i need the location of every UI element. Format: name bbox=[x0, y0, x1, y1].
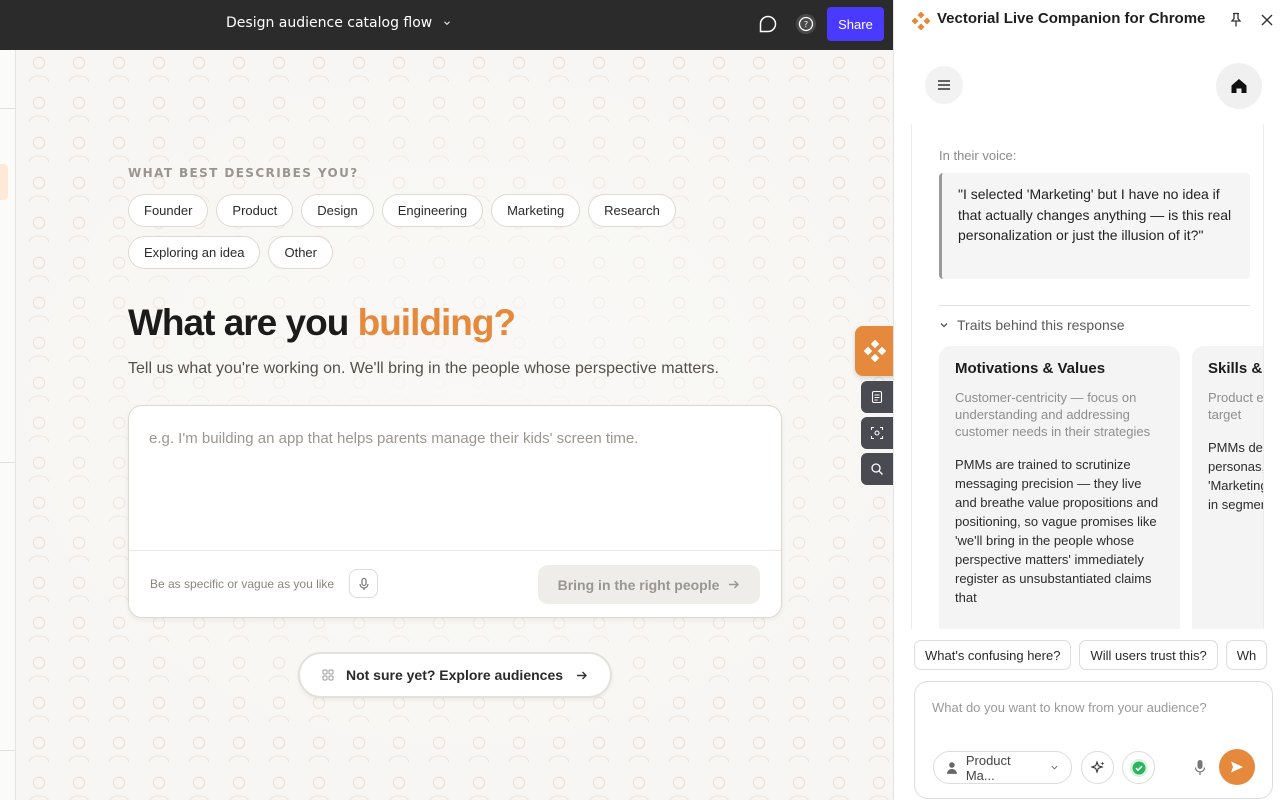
hamburger-icon bbox=[938, 80, 950, 90]
page-subtitle: Tell us what you're working on. We'll br… bbox=[128, 360, 719, 377]
search-tool-button[interactable] bbox=[861, 453, 893, 485]
microphone-icon bbox=[1194, 760, 1206, 775]
persona-select[interactable]: Product Ma... bbox=[933, 751, 1072, 784]
voice-input-button[interactable] bbox=[1189, 756, 1211, 780]
headline-main: What are you bbox=[128, 302, 358, 343]
trait-body: PMMs are trained to scrutinize messaging… bbox=[955, 457, 1159, 605]
explore-audiences-button[interactable]: Not sure yet? Explore audiences bbox=[298, 652, 612, 698]
screenshot-icon bbox=[870, 426, 884, 440]
bring-people-label: Bring in the right people bbox=[557, 576, 720, 593]
arrow-right-icon bbox=[729, 580, 740, 589]
rail-divider bbox=[0, 108, 16, 109]
check-circle-icon bbox=[1129, 758, 1148, 777]
role-chip-other[interactable]: Other bbox=[268, 236, 333, 269]
persona-quote: "I selected 'Marketing' but I have no id… bbox=[939, 173, 1250, 279]
companion-launcher-button[interactable] bbox=[855, 326, 893, 376]
trait-body: PMMs define audiences and personas, so t… bbox=[1208, 440, 1264, 512]
prompt-divider bbox=[129, 550, 781, 551]
traits-label: Traits behind this response bbox=[957, 317, 1125, 333]
role-chips-row: Founder Product Design Engineering Marke… bbox=[128, 194, 676, 227]
panel-title: Vectorial Live Companion for Chrome bbox=[937, 10, 1206, 27]
close-icon[interactable] bbox=[1258, 11, 1276, 29]
trait-title: Motivations & Values bbox=[955, 360, 1106, 377]
companion-panel: Vectorial Live Companion for Chrome In t… bbox=[893, 0, 1280, 800]
chevron-down-icon bbox=[444, 21, 451, 26]
chevron-down-icon bbox=[1051, 765, 1058, 770]
home-icon bbox=[1231, 79, 1247, 93]
notes-tool-button[interactable] bbox=[861, 381, 893, 413]
enhance-button[interactable] bbox=[1081, 751, 1114, 784]
document-title: Design audience catalog flow bbox=[226, 15, 433, 31]
project-description-input[interactable] bbox=[149, 430, 749, 530]
traits-toggle[interactable]: Traits behind this response bbox=[939, 317, 1125, 333]
page-title: What are you building? bbox=[128, 302, 516, 344]
capture-tool-button[interactable] bbox=[861, 417, 893, 449]
chevron-down-icon bbox=[940, 323, 948, 328]
person-icon bbox=[946, 761, 957, 774]
brand-logo-icon bbox=[864, 340, 886, 362]
send-button[interactable] bbox=[1219, 749, 1255, 785]
suggestion-chip[interactable]: What's confusing here? bbox=[914, 640, 1072, 670]
trait-card: Motivations & Values Customer-centricity… bbox=[939, 346, 1180, 629]
left-rail bbox=[0, 50, 16, 800]
send-icon bbox=[1231, 761, 1243, 773]
prompt-hint: Be as specific or vague as you like bbox=[150, 577, 335, 591]
top-bar: Design audience catalog flow ? Share bbox=[0, 0, 893, 50]
arrow-right-icon bbox=[577, 671, 588, 679]
suggestion-chip[interactable]: Wh bbox=[1225, 640, 1268, 670]
explore-audiences-label: Not sure yet? Explore audiences bbox=[345, 667, 564, 683]
help-icon[interactable]: ? bbox=[794, 12, 818, 36]
role-chip-founder[interactable]: Founder bbox=[128, 194, 209, 227]
response-content[interactable]: In their voice: "I selected 'Marketing' … bbox=[911, 124, 1264, 629]
bring-people-button[interactable]: Bring in the right people bbox=[538, 565, 760, 604]
section-divider bbox=[939, 305, 1250, 306]
rail-divider bbox=[0, 750, 16, 751]
microphone-icon bbox=[358, 577, 369, 590]
role-chip-engineering[interactable]: Engineering bbox=[381, 194, 484, 227]
prompt-card: Be as specific or vague as you like Brin… bbox=[128, 405, 782, 618]
describe-label: WHAT BEST DESCRIBES YOU? bbox=[128, 166, 359, 180]
rail-active-marker[interactable] bbox=[0, 164, 8, 200]
voice-label: In their voice: bbox=[939, 148, 1017, 163]
role-chip-product[interactable]: Product bbox=[216, 194, 294, 227]
trait-subtitle: Customer-centricity — focus on understan… bbox=[955, 390, 1151, 439]
search-icon bbox=[871, 463, 883, 475]
svg-text:?: ? bbox=[804, 20, 808, 29]
role-chip-marketing[interactable]: Marketing bbox=[491, 194, 581, 227]
brand-logo-icon bbox=[912, 12, 930, 30]
suggestion-chip[interactable]: Will users trust this? bbox=[1079, 640, 1218, 670]
document-icon bbox=[871, 390, 883, 404]
grid-icon bbox=[322, 669, 334, 681]
role-chip-design[interactable]: Design bbox=[301, 194, 374, 227]
headline-highlight: building? bbox=[357, 302, 516, 343]
app-window: Design audience catalog flow ? Share WHA… bbox=[0, 0, 893, 800]
suggestion-chips: What's confusing here? Will users trust … bbox=[914, 640, 1268, 670]
role-chips-row: Exploring an idea Other bbox=[128, 236, 333, 269]
menu-button[interactable] bbox=[925, 66, 963, 104]
home-button[interactable] bbox=[1216, 63, 1262, 109]
panel-header: Vectorial Live Companion for Chrome bbox=[894, 0, 1280, 40]
share-button[interactable]: Share bbox=[827, 7, 884, 41]
question-input[interactable] bbox=[932, 696, 1252, 718]
trait-title: Skills & Expertise bbox=[1208, 360, 1263, 377]
trait-card: Skills & Expertise Product expertise in … bbox=[1192, 346, 1264, 629]
dictate-button[interactable] bbox=[349, 569, 378, 598]
context-toggle-button[interactable] bbox=[1122, 751, 1155, 784]
persona-select-label: Product Ma... bbox=[965, 752, 1011, 783]
pin-icon[interactable] bbox=[1227, 11, 1245, 29]
sparkle-icon bbox=[1089, 759, 1104, 774]
trait-subtitle: Product expertise in solutions for targe… bbox=[1208, 390, 1264, 422]
rail-divider bbox=[0, 462, 16, 463]
document-title-dropdown[interactable]: Design audience catalog flow bbox=[226, 15, 452, 31]
comment-icon[interactable] bbox=[756, 12, 780, 36]
role-chip-research[interactable]: Research bbox=[588, 194, 676, 227]
role-chip-exploring[interactable]: Exploring an idea bbox=[128, 236, 261, 269]
question-composer: Product Ma... bbox=[914, 681, 1273, 799]
